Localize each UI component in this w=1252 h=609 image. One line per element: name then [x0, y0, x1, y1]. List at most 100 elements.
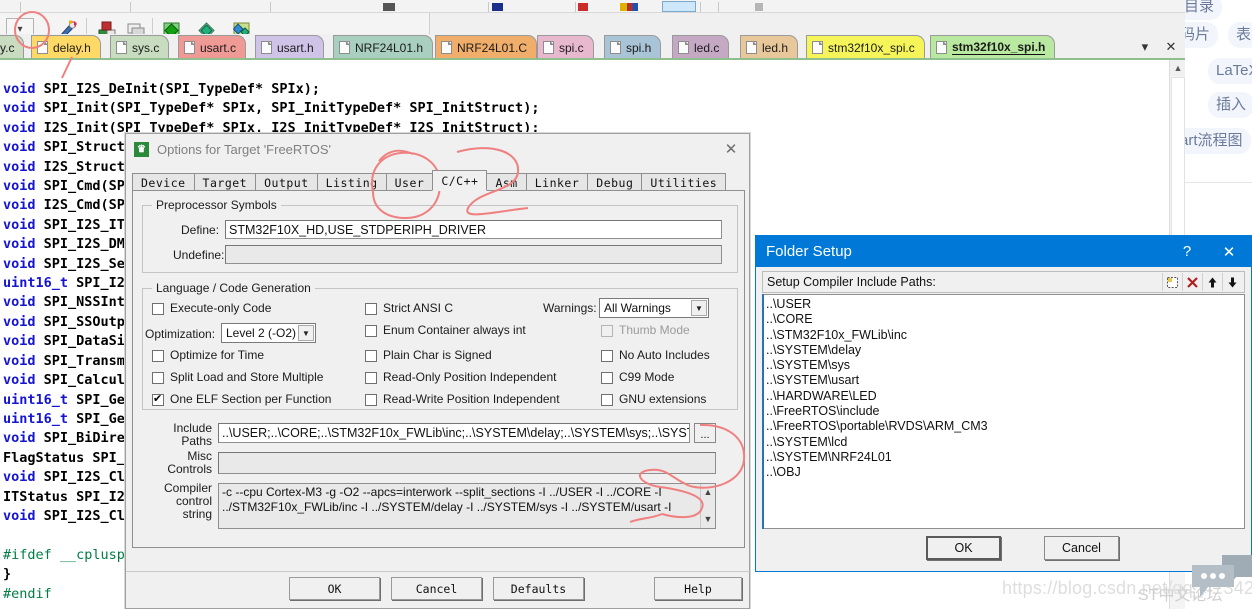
tab-debug[interactable]: Debug	[587, 173, 643, 191]
warnings-select[interactable]: All Warnings ▼	[599, 298, 709, 318]
bg-chip-3: LaTeX	[1208, 58, 1252, 84]
list-item[interactable]: ..\SYSTEM\usart	[766, 373, 1244, 388]
tab-label: y.c	[0, 40, 15, 55]
list-item[interactable]: ..\USER	[766, 297, 1244, 312]
toolbar-mini-icon-yellow[interactable]	[620, 3, 638, 11]
editor-tab-9[interactable]: led.c	[672, 35, 730, 59]
optimization-select[interactable]: Level 2 (-O2) ▼	[221, 323, 316, 343]
editor-tab-7[interactable]: spi.c	[537, 35, 594, 59]
compiler-control-string-field[interactable]: -c --cpu Cortex-M3 -g -O2 --apcs=interwo…	[218, 483, 716, 529]
options-dialog-titlebar[interactable]: ♛ Options for Target 'FreeRTOS' ✕	[126, 134, 749, 164]
list-item[interactable]: ..\CORE	[766, 312, 1244, 327]
close-icon[interactable]: ✕	[1211, 236, 1247, 267]
list-item[interactable]: ..\OBJ	[766, 465, 1244, 480]
toolbar-mini-icon-red[interactable]	[578, 3, 588, 11]
tab-linker[interactable]: Linker	[525, 173, 589, 191]
editor-tab-8[interactable]: spi.h	[604, 35, 662, 59]
editor-tab-0[interactable]: y.c	[0, 35, 25, 59]
tab-target[interactable]: Target	[193, 173, 257, 191]
checkbox-gnu-extensions[interactable]	[601, 394, 613, 406]
label-c99-mode: C99 Mode	[619, 370, 675, 384]
optimization-value: Level 2 (-O2)	[226, 326, 297, 340]
checkbox-thumb-mode	[601, 325, 613, 337]
tab-utilities[interactable]: Utilities	[641, 173, 727, 191]
file-icon	[184, 41, 195, 54]
compiler-string-scrollbar[interactable]: ▲ ▼	[700, 484, 715, 528]
editor-tab-6[interactable]: NRF24L01.C	[435, 35, 538, 59]
scroll-up-arrow-icon[interactable]: ▲	[1170, 60, 1185, 76]
list-item[interactable]: ..\HARDWARE\LED	[766, 389, 1244, 404]
chevron-down-icon[interactable]: ▼	[691, 300, 707, 316]
close-icon[interactable]: ✕	[719, 138, 743, 160]
list-item[interactable]: ..\SYSTEM\lcd	[766, 435, 1244, 450]
undefine-input[interactable]	[225, 245, 722, 264]
folder-setup-ok-button[interactable]: OK	[926, 536, 1001, 560]
checkbox-one-elf-section[interactable]	[152, 392, 164, 406]
list-item[interactable]: ..\FreeRTOS\portable\RVDS\ARM_CM3	[766, 419, 1244, 434]
scroll-down-arrow-icon[interactable]: ▼	[704, 512, 713, 527]
checkbox-execute-only-code[interactable]	[152, 303, 164, 315]
checkbox-plain-char-signed[interactable]	[365, 350, 377, 362]
toolbar-mini-icon-dark[interactable]	[383, 3, 395, 11]
tab-label: usart.h	[277, 40, 314, 55]
editor-tab-1[interactable]: delay.h	[31, 35, 101, 59]
include-paths-input[interactable]: ..\USER;..\CORE;..\STM32F10x_FWLib\inc;.…	[218, 423, 690, 443]
move-down-icon[interactable]	[1222, 273, 1242, 291]
tab-asm[interactable]: Asm	[486, 173, 527, 191]
tab-label: stm32f10x_spi.h	[952, 40, 1046, 55]
tab-listing[interactable]: Listing	[316, 173, 387, 191]
options-defaults-button[interactable]: Defaults	[493, 577, 584, 600]
list-item[interactable]: ..\FreeRTOS\include	[766, 404, 1244, 419]
folder-setup-titlebar[interactable]: Folder Setup ? ✕	[756, 236, 1251, 267]
scroll-up-arrow-icon[interactable]: ▲	[704, 485, 713, 500]
toolbar-mini-icon-grey[interactable]	[755, 3, 763, 11]
editor-tab-3[interactable]: usart.c	[178, 35, 247, 59]
checkbox-optimize-for-time[interactable]	[152, 350, 164, 362]
checkbox-read-write-position-independent[interactable]	[365, 394, 377, 406]
tab-c-cpp[interactable]: C/C++	[432, 170, 488, 191]
move-up-icon[interactable]	[1202, 273, 1222, 291]
tab-device[interactable]: Device	[132, 173, 195, 191]
st-forum-watermark: ST中文论坛	[1138, 587, 1223, 604]
folder-setup-toolbar: Setup Compiler Include Paths:	[762, 271, 1245, 293]
editor-tab-11[interactable]: stm32f10x_spi.c	[806, 35, 925, 59]
editor-tab-2[interactable]: sys.c	[110, 35, 170, 59]
chevron-down-icon[interactable]: ▼	[298, 325, 314, 341]
tab-output[interactable]: Output	[255, 173, 318, 191]
question-mark-icon[interactable]: ?	[1169, 236, 1205, 267]
checkbox-read-only-position-independent[interactable]	[365, 372, 377, 384]
tab-user[interactable]: User	[385, 173, 434, 191]
options-for-target-dialog: ♛ Options for Target 'FreeRTOS' ✕ Device…	[125, 133, 751, 609]
define-input[interactable]: STM32F10X_HD,USE_STDPERIPH_DRIVER	[225, 220, 722, 239]
options-cancel-button[interactable]: Cancel	[391, 577, 482, 600]
toolbar-mini-field[interactable]	[662, 1, 696, 12]
compiler-control-string-label: Compiler control string	[163, 481, 212, 521]
options-ok-button[interactable]: OK	[289, 577, 380, 600]
bg-chip-2: 表	[1228, 22, 1252, 48]
list-item[interactable]: ..\STM32F10x_FWLib\inc	[766, 328, 1244, 343]
checkbox-no-auto-includes[interactable]	[601, 350, 613, 362]
checkbox-enum-container[interactable]	[365, 325, 377, 337]
include-paths-browse-button[interactable]: ...	[694, 423, 716, 443]
close-icon[interactable]: ✕	[1165, 39, 1176, 55]
editor-tab-4[interactable]: usart.h	[255, 35, 324, 59]
checkbox-split-load-store[interactable]	[152, 372, 164, 384]
folder-setup-cancel-button[interactable]: Cancel	[1044, 536, 1119, 560]
checkbox-c99-mode[interactable]	[601, 372, 613, 384]
options-help-button[interactable]: Help	[654, 577, 742, 600]
new-path-icon[interactable]	[1162, 273, 1182, 291]
delete-path-icon[interactable]	[1182, 273, 1202, 291]
label-split-load-store: Split Load and Store Multiple	[170, 370, 324, 384]
chevron-down-icon[interactable]: ▾	[1142, 39, 1149, 55]
tabstrip-controls: ▾ ✕	[1133, 35, 1185, 59]
list-item[interactable]: ..\SYSTEM\NRF24L01	[766, 450, 1244, 465]
misc-controls-input[interactable]	[218, 452, 716, 474]
editor-tab-10[interactable]: led.h	[740, 35, 799, 59]
list-item[interactable]: ..\SYSTEM\sys	[766, 358, 1244, 373]
editor-tab-12[interactable]: stm32f10x_spi.h	[930, 35, 1056, 59]
checkbox-strict-ansi-c[interactable]	[365, 303, 377, 315]
toolbar-mini-icon-blue[interactable]	[492, 3, 503, 11]
include-paths-list[interactable]: ..\USER ..\CORE ..\STM32F10x_FWLib\inc .…	[762, 294, 1245, 529]
list-item[interactable]: ..\SYSTEM\delay	[766, 343, 1244, 358]
editor-tab-5[interactable]: NRF24L01.h	[333, 35, 434, 59]
